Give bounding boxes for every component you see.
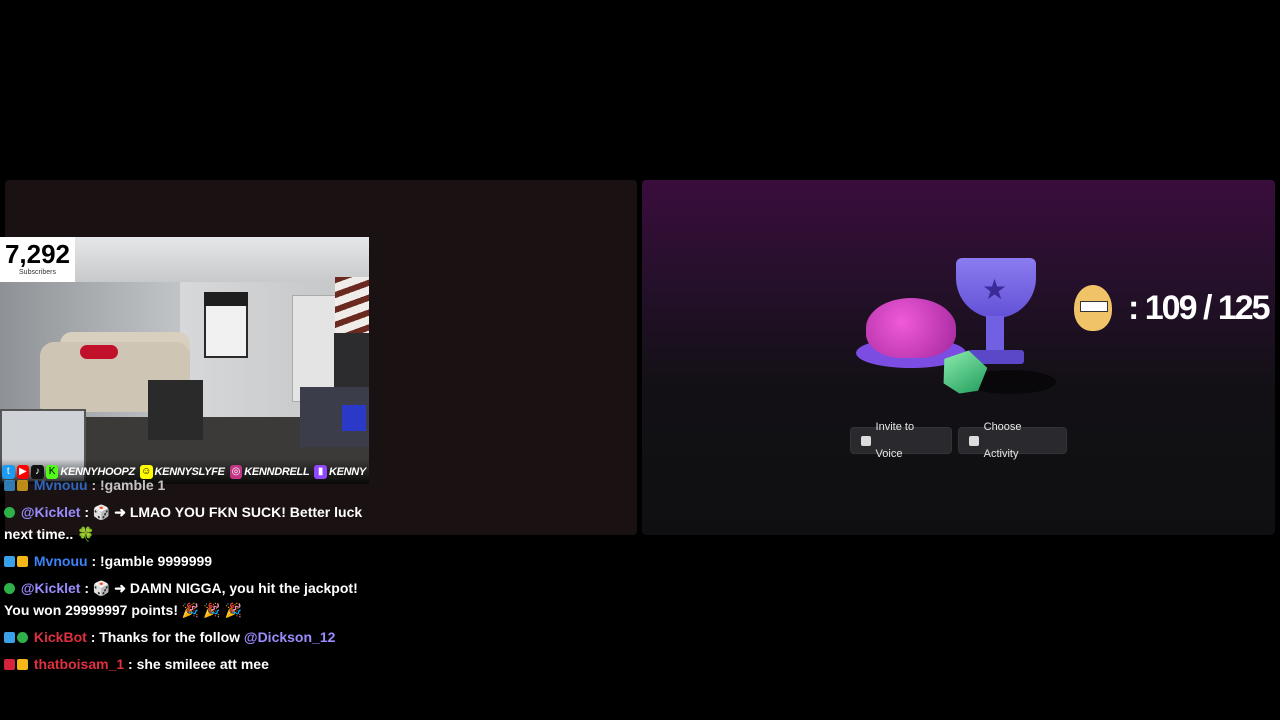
chat-overlay: Mvnouu : !gamble 1 @Kicklet : 🎲 ➜ LMAO Y… [4,476,384,680]
chat-username: KickBot [33,629,87,645]
chat-message: Mvnouu : !gamble 1 [4,474,384,496]
choose-activity-button[interactable]: Choose Activity [958,421,1067,460]
chat-message: thatboisam_1 : she smileee att mee [4,653,384,675]
chat-username: Mvnouu [33,553,88,569]
chat-text: : !gamble 9999999 [91,553,213,569]
add-user-icon [861,435,871,446]
gift-badge-icon [4,659,15,670]
chat-text: : !gamble 1 [91,477,166,493]
subscriber-counter: 7,292 Subscribers [0,237,75,282]
crown-badge-icon [17,556,28,567]
mod-badge-icon [4,507,15,518]
subscriber-label: Subscribers [19,269,56,276]
trophy-illustration: ★ [856,258,1056,398]
grid-icon [969,435,979,446]
chat-text: : she smileee att mee [128,656,269,672]
chat-username: Mvnouu [33,477,88,493]
crown-badge-icon [17,659,28,670]
activity-panel: ★ : 109 / 125 [642,180,1275,535]
mod-badge-icon [17,632,28,643]
chat-message: KickBot : Thanks for the follow @Dickson… [4,626,384,648]
mod-badge-icon [4,583,15,594]
crown-badge-icon [17,480,28,491]
chat-message: Mvnouu : !gamble 9999999 [4,550,384,572]
goal-counter: : 109 / 125 [1074,285,1271,331]
chat-mention: @Dickson_12 [243,629,336,645]
choose-activity-label: Choose Activity [983,420,1022,460]
invite-to-voice-label: Invite to Voice [875,420,915,460]
goal-counter-text: : 109 / 125 [1128,288,1271,327]
subscriber-count: 7,292 [4,239,71,269]
chat-username: @Kicklet [20,504,81,520]
invite-to-voice-button[interactable]: Invite to Voice [850,421,952,460]
chat-username: @Kicklet [20,580,81,596]
chat-message: @Kicklet : 🎲 ➜ LMAO YOU FKN SUCK! Better… [4,501,384,545]
cube-badge-icon [4,556,15,567]
chat-message: @Kicklet : 🎲 ➜ DAMN NIGGA, you hit the j… [4,577,384,621]
bot-badge-icon [4,632,15,643]
cube-badge-icon [4,480,15,491]
chat-text: : Thanks for the follow [90,629,241,645]
chat-username: thatboisam_1 [33,656,125,672]
emote-icon [1074,285,1112,331]
